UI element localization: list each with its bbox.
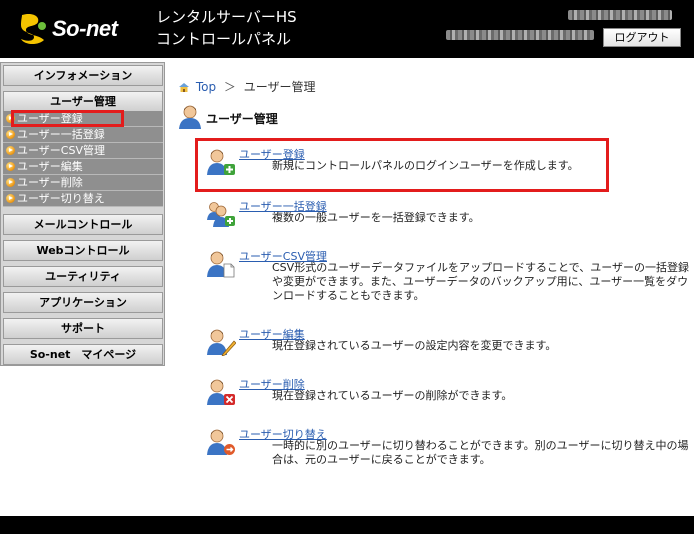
app-title: レンタルサーバーHS コントロールパネル — [156, 6, 297, 50]
users-bulk-add-icon — [207, 202, 235, 227]
app-title-line2: コントロールパネル — [156, 30, 292, 48]
sidebar-subitem-label: ユーザー削除 — [17, 176, 83, 189]
sidebar-item-information[interactable]: インフォメーション — [3, 65, 163, 86]
breadcrumb-separator: ＞ — [223, 80, 236, 94]
entry-user-csv: ユーザーCSV管理 CSV形式のユーザーデータファイルをアップロードすることで、… — [206, 248, 689, 318]
sidebar-item-utility[interactable]: ユーティリティ — [3, 266, 163, 287]
sidebar-subitem-label: ユーザーCSV管理 — [17, 144, 105, 157]
entry-user-bulk-register: ユーザー一括登録 複数の一般ユーザーを一括登録できます。 — [206, 198, 686, 238]
logo-mark-icon — [21, 13, 46, 45]
sidebar-subitem-user-edit[interactable]: ユーザー編集 — [3, 159, 163, 175]
arrow-bullet-icon — [6, 178, 15, 187]
sidebar-subitem-label: ユーザー切り替え — [17, 192, 105, 205]
sidebar-item-my-page[interactable]: So-net マイページ — [3, 344, 163, 365]
entry-user-switch: ユーザー切り替え 一時的に別のユーザーに切り替わることができます。別のユーザーに… — [206, 426, 688, 476]
sidebar-subitem-user-csv[interactable]: ユーザーCSV管理 — [3, 143, 163, 159]
user-switch-desc: 一時的に別のユーザーに切り替わることができます。別のユーザーに切り替え中の場合は… — [272, 439, 689, 466]
sidebar-item-support[interactable]: サポート — [3, 318, 163, 339]
entry-user-delete: ユーザー削除 現在登録されているユーザーの削除ができます。 — [206, 376, 686, 416]
breadcrumb: Top ＞ ユーザー管理 — [178, 78, 316, 95]
user-edit-desc: 現在登録されているユーザーの設定内容を変更できます。 — [272, 339, 557, 352]
app-title-line1: レンタルサーバーHS — [156, 8, 297, 26]
sidebar: インフォメーション ユーザー管理 ユーザー登録 ユーザー一括登録 ユーザーCSV… — [0, 62, 165, 366]
entry-user-edit: ユーザー編集 現在登録されているユーザーの設定内容を変更できます。 — [206, 326, 686, 366]
logo-text: So-net — [52, 16, 118, 41]
sidebar-subitem-user-delete[interactable]: ユーザー削除 — [3, 175, 163, 191]
arrow-bullet-icon — [6, 146, 15, 155]
sidebar-item-user-management[interactable]: ユーザー管理 — [3, 91, 163, 112]
user-csv-icon — [207, 251, 235, 278]
sidebar-item-web-control[interactable]: Webコントロール — [3, 240, 163, 261]
redacted-account-info — [446, 30, 594, 40]
page-title: ユーザー管理 — [206, 112, 278, 126]
sidebar-subitem-label: ユーザー編集 — [17, 160, 83, 173]
breadcrumb-current: ユーザー管理 — [243, 80, 316, 94]
footer-bar — [0, 516, 694, 534]
sidebar-subitem-label: ユーザー一括登録 — [17, 128, 105, 141]
highlight-box-main — [195, 138, 609, 192]
breadcrumb-top-link[interactable]: Top — [196, 80, 216, 94]
user-delete-desc: 現在登録されているユーザーの削除ができます。 — [272, 389, 513, 402]
highlight-box-sidebar — [11, 110, 124, 127]
redacted-user-info — [568, 10, 672, 20]
arrow-bullet-icon — [6, 130, 15, 139]
user-csv-desc: CSV形式のユーザーデータファイルをアップロードすることで、ユーザーの一括登録や… — [272, 261, 689, 302]
user-bulk-register-desc: 複数の一般ユーザーを一括登録できます。 — [272, 211, 480, 224]
header: So-net レンタルサーバーHS コントロールパネル ログアウト — [0, 0, 694, 58]
home-icon — [179, 83, 189, 92]
sidebar-subitem-user-switch[interactable]: ユーザー切り替え — [3, 191, 163, 207]
user-switch-icon — [207, 429, 235, 455]
sidebar-item-application[interactable]: アプリケーション — [3, 292, 163, 313]
logout-button[interactable]: ログアウト — [603, 28, 681, 47]
so-net-logo[interactable]: So-net — [18, 10, 150, 50]
user-edit-icon — [207, 329, 236, 356]
sidebar-item-mail-control[interactable]: メールコントロール — [3, 214, 163, 235]
user-delete-icon — [207, 379, 235, 405]
arrow-bullet-icon — [6, 194, 15, 203]
arrow-bullet-icon — [6, 162, 15, 171]
user-management-icon — [179, 105, 201, 129]
sidebar-subitem-user-bulk-register[interactable]: ユーザー一括登録 — [3, 127, 163, 143]
